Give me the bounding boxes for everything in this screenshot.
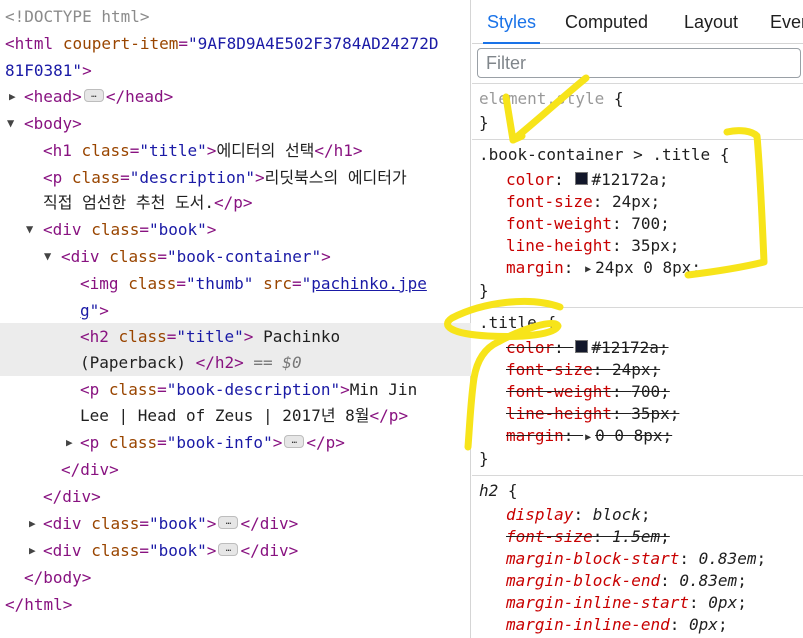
rule3-prop-margin-block-start[interactable]: margin-block-start: 0.83em;: [506, 548, 766, 570]
dom-node-doctype[interactable]: <!DOCTYPE html>: [0, 3, 471, 30]
dom-node-img[interactable]: <img class="thumb" src="pachinko.jpe: [0, 270, 471, 297]
rule2-close: }: [479, 449, 489, 468]
ellipsis-icon[interactable]: …: [218, 516, 239, 529]
expand-triangle-icon[interactable]: ▶: [9, 83, 16, 110]
styles-filter-input[interactable]: [477, 48, 801, 78]
dom-node-div-book-3[interactable]: ▶ <div class="book">… </div>: [0, 537, 471, 564]
dom-node-h1[interactable]: <h1 class="title">에디터의 선택</h1>: [0, 137, 471, 164]
dom-node-div-close-1[interactable]: </div>: [0, 456, 471, 483]
rule3-prop-display[interactable]: display: block;: [506, 504, 651, 526]
rule2-selector[interactable]: .title {: [479, 312, 556, 334]
divider: [472, 475, 803, 476]
rule2-prop-line-height[interactable]: line-height: 35px;: [506, 403, 679, 425]
dom-node-h2-selected-cont[interactable]: (Paperback) </h2> == $0: [0, 349, 471, 376]
rule2-prop-margin[interactable]: margin: ▶ 0 0 8px;: [506, 425, 672, 447]
rule2-prop-color[interactable]: color: #12172a;: [506, 337, 669, 359]
rule1-prop-color[interactable]: color: #12172a;: [506, 169, 669, 191]
divider: [472, 83, 803, 84]
collapse-triangle-icon[interactable]: ▼: [26, 216, 33, 243]
img-src-link[interactable]: pachinko.jpe: [311, 274, 427, 293]
ellipsis-icon[interactable]: …: [83, 89, 104, 102]
rule1-prop-font-size[interactable]: font-size: 24px;: [506, 191, 660, 213]
rule3-prop-margin-inline-end[interactable]: margin-inline-end: 0px;: [506, 614, 728, 636]
tab-layout[interactable]: Layout: [684, 0, 738, 44]
ellipsis-icon[interactable]: …: [284, 435, 305, 448]
rule1-prop-margin[interactable]: margin: ▶ 24px 0 8px;: [506, 257, 701, 279]
dom-node-p-description[interactable]: <p class="description">리딧북스의 에디터가: [0, 164, 471, 191]
rule1-close: }: [479, 281, 489, 300]
dom-node-html-cont: 81F0381">: [5, 61, 92, 80]
element-style-selector[interactable]: element.style {: [479, 88, 624, 110]
collapse-triangle-icon[interactable]: ▼: [7, 110, 14, 137]
rule3-prop-font-size[interactable]: font-size: 1.5em;: [506, 526, 670, 548]
rule1-selector[interactable]: .book-container > .title {: [479, 144, 729, 166]
expand-triangle-icon[interactable]: ▶: [585, 427, 591, 449]
dom-node-div-book-2[interactable]: ▶ <div class="book">… </div>: [0, 510, 471, 537]
color-swatch[interactable]: [575, 172, 589, 185]
dom-node-p-book-description-cont: Lee | Head of Zeus | 2017년 8월</p>: [80, 406, 409, 425]
rule3-prop-margin-inline-start[interactable]: margin-inline-start: 0px;: [506, 592, 747, 614]
expand-triangle-icon[interactable]: ▶: [29, 537, 36, 564]
tab-bar: Styles Computed Layout Even: [472, 0, 803, 44]
dom-node-h2-selected[interactable]: <h2 class="title"> Pachinko: [0, 323, 471, 350]
divider: [472, 307, 803, 308]
divider: [472, 139, 803, 140]
dom-node-img-cont: g">: [80, 301, 109, 320]
dom-node-html-close[interactable]: </html>: [0, 591, 471, 618]
expand-triangle-icon[interactable]: ▶: [66, 429, 73, 456]
collapse-triangle-icon[interactable]: ▼: [44, 243, 51, 270]
dom-node-p-book-description[interactable]: <p class="book-description">Min Jin: [0, 376, 471, 403]
rule3-prop-margin-block-end[interactable]: margin-block-end: 0.83em;: [506, 570, 747, 592]
rule3-selector[interactable]: h2 {: [479, 480, 518, 502]
elements-panel: <!DOCTYPE html> <html coupert-item="9AF8…: [0, 0, 471, 638]
rule1-prop-font-weight[interactable]: font-weight: 700;: [506, 213, 670, 235]
expand-triangle-icon[interactable]: ▶: [29, 510, 36, 537]
color-swatch[interactable]: [575, 340, 589, 353]
dom-node-div-close-2[interactable]: </div>: [0, 483, 471, 510]
rule2-prop-font-weight[interactable]: font-weight: 700;: [506, 381, 670, 403]
rule2-prop-font-size[interactable]: font-size: 24px;: [506, 359, 660, 381]
selected-marker: == $0: [253, 353, 302, 372]
expand-triangle-icon[interactable]: ▶: [585, 259, 591, 281]
tab-styles[interactable]: Styles: [482, 0, 541, 44]
h1-text: 에디터의 선택: [216, 141, 315, 160]
element-style-close: }: [479, 113, 489, 132]
ellipsis-icon[interactable]: …: [218, 543, 239, 556]
dom-node-div-book[interactable]: ▼ <div class="book">: [0, 216, 471, 243]
dom-node-html[interactable]: <html coupert-item="9AF8D9A4E502F3784AD2…: [0, 30, 471, 57]
dom-node-p-book-info[interactable]: ▶ <p class="book-info">… </p>: [0, 429, 471, 456]
tab-event-listeners[interactable]: Even: [770, 0, 803, 44]
doctype-text: <!DOCTYPE html>: [5, 7, 150, 26]
rule1-prop-line-height[interactable]: line-height: 35px;: [506, 235, 679, 257]
dom-node-div-book-container[interactable]: ▼ <div class="book-container">: [0, 243, 471, 270]
styles-panel: Styles Computed Layout Even element.styl…: [472, 0, 803, 638]
dom-node-p-description-cont: 직접 엄선한 추천 도서.</p>: [43, 193, 253, 212]
dom-node-head[interactable]: ▶ <head>… </head>: [0, 83, 471, 110]
dom-node-body[interactable]: ▼ <body>: [0, 110, 471, 137]
tab-computed[interactable]: Computed: [565, 0, 648, 44]
dom-node-body-close[interactable]: </body>: [0, 564, 471, 591]
